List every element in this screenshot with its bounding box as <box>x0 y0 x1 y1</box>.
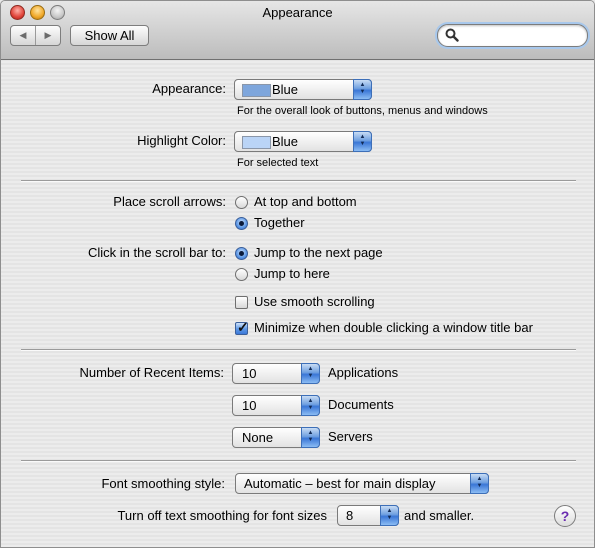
appearance-popup-value: Blue <box>272 82 299 97</box>
preferences-window: Appearance ◀ ▶ Show All Appearance: Blue… <box>0 0 595 548</box>
text-smoothing-size-value: 8 <box>346 508 354 523</box>
radio-label-jump-to-next-page[interactable]: Jump to the next page <box>254 245 383 260</box>
popup-arrows-icon: ▲ ▼ <box>301 395 320 416</box>
recent-servers-label: Servers <box>328 429 373 444</box>
minimize-double-click-checkbox[interactable]: ✓ <box>235 319 249 335</box>
text-smoothing-size-popup[interactable]: 8 ▲ ▼ <box>337 505 399 526</box>
popup-arrows-icon: ▲ ▼ <box>470 473 489 494</box>
popup-arrows-icon: ▲ ▼ <box>353 131 372 152</box>
window-title: Appearance <box>262 5 333 20</box>
popup-arrows-icon: ▲ ▼ <box>353 79 372 100</box>
text-smoothing-label: Turn off text smoothing for font sizes <box>117 508 327 523</box>
radio-label-at-top-and-bottom[interactable]: At top and bottom <box>254 194 357 209</box>
section-divider <box>21 349 576 351</box>
appearance-color-swatch <box>242 84 271 97</box>
appearance-note: For the overall look of buttons, menus a… <box>237 105 488 117</box>
appearance-popup[interactable]: Blue ▲ ▼ <box>234 79 372 100</box>
recent-items-label: Number of Recent Items: <box>79 365 225 380</box>
highlight-label: Highlight Color: <box>137 133 226 148</box>
appearance-label: Appearance: <box>152 81 226 96</box>
radio-label-together[interactable]: Together <box>254 215 305 230</box>
recent-documents-value: 10 <box>242 398 257 413</box>
font-smoothing-value: Automatic – best for main display <box>244 476 436 491</box>
smooth-scrolling-label[interactable]: Use smooth scrolling <box>254 294 375 309</box>
minimize-double-click-label[interactable]: Minimize when double clicking a window t… <box>254 320 533 335</box>
back-forward-control: ◀ ▶ <box>10 25 61 46</box>
text-smoothing-suffix: and smaller. <box>404 508 475 523</box>
recent-servers-value: None <box>242 430 274 445</box>
forward-arrow-icon[interactable]: ▶ <box>35 26 60 45</box>
highlight-color-popup[interactable]: Blue ▲ ▼ <box>234 131 372 152</box>
scroll-arrows-label: Place scroll arrows: <box>113 194 226 209</box>
highlight-popup-value: Blue <box>272 134 299 149</box>
recent-servers-popup[interactable]: None ▲ ▼ <box>232 427 320 448</box>
recent-applications-label: Applications <box>328 365 399 380</box>
popup-arrows-icon: ▲ ▼ <box>380 505 399 526</box>
radio-together[interactable] <box>235 217 248 230</box>
search-icon <box>445 28 459 42</box>
radio-jump-to-next-page[interactable] <box>235 247 248 260</box>
highlight-note: For selected text <box>237 157 319 169</box>
recent-applications-value: 10 <box>242 366 257 381</box>
toolbar: Appearance ◀ ▶ Show All <box>1 1 594 60</box>
radio-at-top-and-bottom[interactable] <box>235 196 248 209</box>
font-smoothing-popup[interactable]: Automatic – best for main display ▲ ▼ <box>235 473 489 494</box>
recent-applications-popup[interactable]: 10 ▲ ▼ <box>232 363 320 384</box>
highlight-color-swatch <box>242 136 271 149</box>
recent-documents-label: Documents <box>328 397 394 412</box>
back-arrow-icon[interactable]: ◀ <box>11 26 35 45</box>
smooth-scrolling-checkbox[interactable] <box>235 296 248 309</box>
popup-arrows-icon: ▲ ▼ <box>301 363 320 384</box>
search-field[interactable] <box>437 24 588 47</box>
help-button[interactable]: ? <box>554 505 576 527</box>
section-divider <box>21 460 576 462</box>
section-divider <box>21 180 576 182</box>
popup-arrows-icon: ▲ ▼ <box>301 427 320 448</box>
checkmark-icon: ✓ <box>237 319 249 335</box>
radio-jump-to-here[interactable] <box>235 268 248 281</box>
font-smoothing-label: Font smoothing style: <box>101 476 225 491</box>
radio-label-jump-to-here[interactable]: Jump to here <box>254 266 330 281</box>
show-all-button[interactable]: Show All <box>70 25 149 46</box>
recent-documents-popup[interactable]: 10 ▲ ▼ <box>232 395 320 416</box>
scroll-bar-click-label: Click in the scroll bar to: <box>88 245 226 260</box>
